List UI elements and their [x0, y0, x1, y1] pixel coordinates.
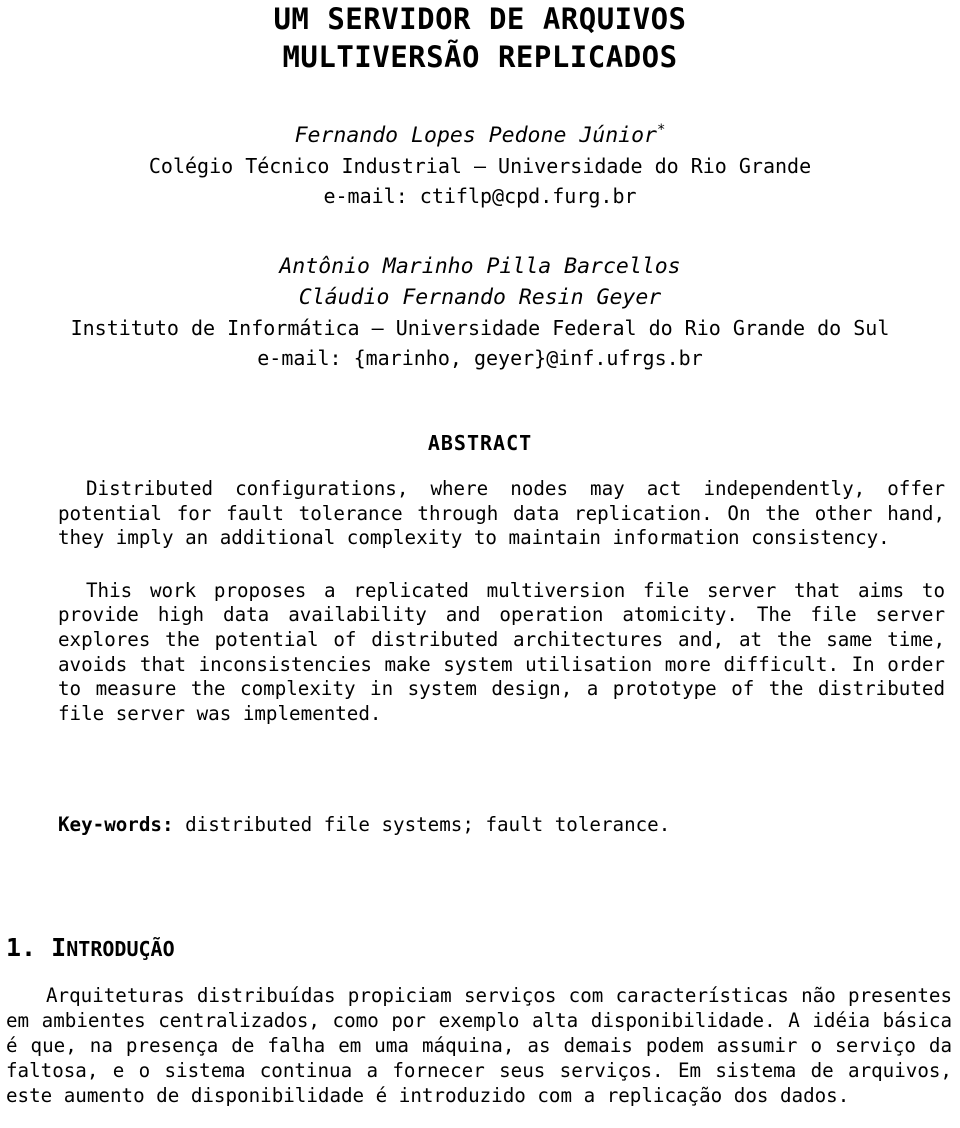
author-group-1: Fernando Lopes Pedone Júnior* Colégio Té… [0, 120, 960, 211]
keywords-line: Key-words: distributed file systems; fau… [58, 812, 960, 837]
author-name-2: Antônio Marinho Pilla Barcellos [279, 254, 681, 279]
author-email-1: e-mail: ctiflp@cpd.furg.br [323, 184, 637, 208]
section-title-rest: NTRODUÇÃO [66, 937, 175, 962]
title-line-1: UM SERVIDOR DE ARQUIVOS [273, 2, 687, 36]
author-group-2: Antônio Marinho Pilla Barcellos Cláudio … [0, 251, 960, 373]
author-affiliation-2: Instituto de Informática – Universidade … [70, 316, 890, 340]
paper-title: UM SERVIDOR DE ARQUIVOS MULTIVERSÃO REPL… [0, 0, 960, 76]
abstract-paragraph-2: This work proposes a replicated multiver… [58, 578, 945, 725]
section-1-body: Arquiteturas distribuídas propiciam serv… [6, 984, 952, 1108]
author-name-1-text: Fernando Lopes Pedone Júnior [294, 123, 657, 148]
abstract-heading: ABSTRACT [427, 431, 533, 455]
author-email-2: e-mail: {marinho, geyer}@inf.ufrgs.br [257, 346, 703, 370]
document-page: UM SERVIDOR DE ARQUIVOS MULTIVERSÃO REPL… [0, 0, 960, 1128]
author-affiliation-1: Colégio Técnico Industrial – Universidad… [148, 154, 812, 178]
author-block: Fernando Lopes Pedone Júnior* Colégio Té… [0, 120, 960, 373]
keywords-value: distributed file systems; fault toleranc… [185, 813, 671, 837]
section-heading-1: 1. INTRODUÇÃO [6, 933, 960, 964]
title-line-2: MULTIVERSÃO REPLICADOS [282, 40, 678, 74]
author-name-3: Cláudio Fernando Resin Geyer [298, 285, 662, 310]
section-1-paragraph-1: Arquiteturas distribuídas propiciam serv… [6, 984, 952, 1107]
section-number: 1. [6, 933, 37, 963]
author-footnote-marker: * [657, 121, 666, 138]
keywords-label: Key-words: [58, 813, 174, 837]
abstract-body: Distributed configurations, where nodes … [58, 477, 945, 726]
abstract-paragraph-1: Distributed configurations, where nodes … [58, 477, 945, 550]
section-title-first-letter: I [51, 933, 67, 963]
author-name-1: Fernando Lopes Pedone Júnior* [0, 120, 960, 151]
